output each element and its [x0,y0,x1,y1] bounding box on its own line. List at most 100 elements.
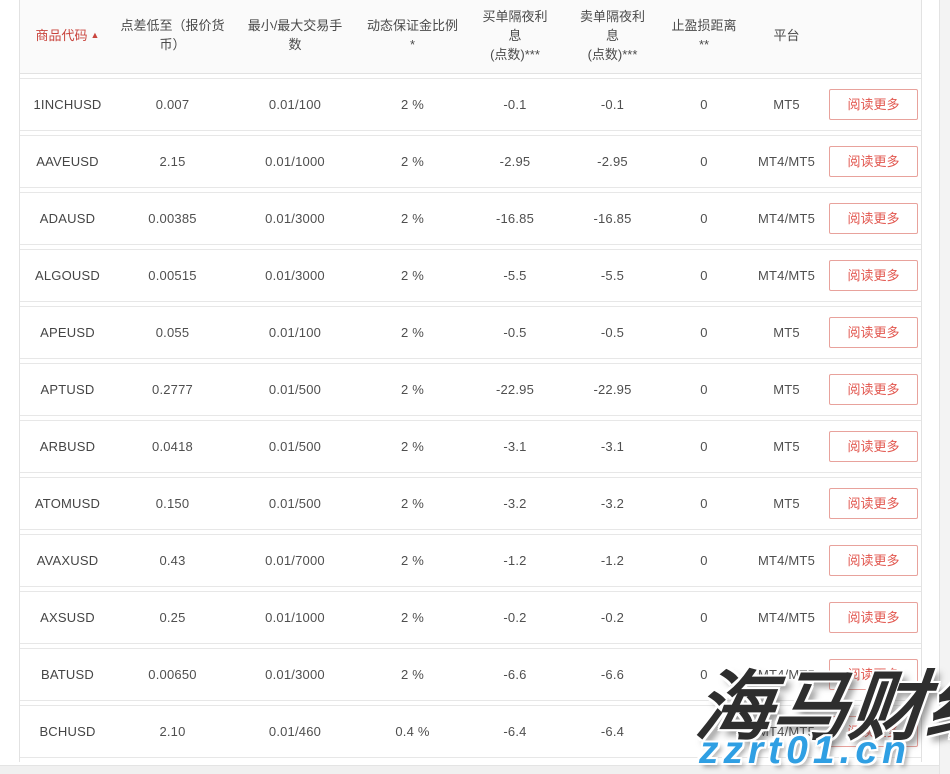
read-more-button[interactable]: 阅读更多 [829,89,917,120]
cell-sell-swap: -0.5 [565,325,660,340]
cell-product-code: ALGOUSD [20,268,115,283]
cell-sell-swap: -1.2 [565,553,660,568]
read-more-button[interactable]: 阅读更多 [829,146,917,177]
cell-margin: 2 % [360,439,465,454]
cell-stop-distance: 0 [660,667,748,682]
read-more-button[interactable]: 阅读更多 [829,260,917,291]
cell-buy-swap: -16.85 [465,211,565,226]
read-more-button[interactable]: 阅读更多 [829,659,917,690]
cell-stop-distance: 0 [660,496,748,511]
table-row: ARBUSD 0.0418 0.01/500 2 % -3.1 -3.1 0 M… [20,420,921,473]
cell-platform: MT4/MT5 [748,553,825,568]
cell-lots: 0.01/1000 [230,154,360,169]
cell-lots: 0.01/500 [230,439,360,454]
cell-spread: 0.055 [115,325,230,340]
cell-margin: 2 % [360,97,465,112]
cell-buy-swap: -3.1 [465,439,565,454]
sort-ascending-icon: ▲ [91,30,100,40]
read-more-button[interactable]: 阅读更多 [829,431,917,462]
cell-margin: 2 % [360,610,465,625]
cell-spread: 0.150 [115,496,230,511]
table-row: BATUSD 0.00650 0.01/3000 2 % -6.6 -6.6 0… [20,648,921,701]
cell-buy-swap: -0.5 [465,325,565,340]
cell-buy-swap: -2.95 [465,154,565,169]
cell-platform: MT4/MT5 [748,724,825,739]
column-header-stop-distance: 止盈损距离 ** [660,17,748,55]
table-row: BCHUSD 2.10 0.01/460 0.4 % -6.4 -6.4 0 M… [20,705,921,758]
cell-platform: MT5 [748,496,825,511]
cell-platform: MT4/MT5 [748,268,825,283]
cell-lots: 0.01/100 [230,97,360,112]
cell-lots: 0.01/3000 [230,268,360,283]
cell-product-code: BCHUSD [20,724,115,739]
cell-sell-swap: -0.2 [565,610,660,625]
cell-sell-swap: -0.1 [565,97,660,112]
cell-stop-distance: 0 [660,97,748,112]
cell-spread: 0.0418 [115,439,230,454]
table-row: AVAXUSD 0.43 0.01/7000 2 % -1.2 -1.2 0 M… [20,534,921,587]
cell-platform: MT4/MT5 [748,667,825,682]
cell-lots: 0.01/3000 [230,211,360,226]
cell-lots: 0.01/3000 [230,667,360,682]
page: 商品代码▲ 点差低至（报价货 币） 最小/最大交易手 数 动态保证金比例 * 买… [0,0,950,774]
horizontal-scrollbar[interactable] [0,765,950,774]
cell-product-code: ARBUSD [20,439,115,454]
table-row: ATOMUSD 0.150 0.01/500 2 % -3.2 -3.2 0 M… [20,477,921,530]
table-header-row: 商品代码▲ 点差低至（报价货 币） 最小/最大交易手 数 动态保证金比例 * 买… [20,0,921,74]
read-more-button[interactable]: 阅读更多 [829,317,917,348]
table-body: 1INCHUSD 0.007 0.01/100 2 % -0.1 -0.1 0 … [20,78,921,758]
column-header-spread: 点差低至（报价货 币） [115,17,230,55]
cell-spread: 0.2777 [115,382,230,397]
cell-margin: 0.4 % [360,724,465,739]
vertical-scrollbar[interactable] [939,0,950,774]
cell-platform: MT5 [748,382,825,397]
cell-margin: 2 % [360,553,465,568]
products-table: 商品代码▲ 点差低至（报价货 币） 最小/最大交易手 数 动态保证金比例 * 买… [19,0,922,762]
cell-buy-swap: -5.5 [465,268,565,283]
table-row: ADAUSD 0.00385 0.01/3000 2 % -16.85 -16.… [20,192,921,245]
cell-product-code: BATUSD [20,667,115,682]
cell-product-code: 1INCHUSD [20,97,115,112]
cell-platform: MT5 [748,325,825,340]
cell-buy-swap: -6.4 [465,724,565,739]
cell-buy-swap: -3.2 [465,496,565,511]
cell-lots: 0.01/460 [230,724,360,739]
cell-platform: MT4/MT5 [748,154,825,169]
cell-lots: 0.01/7000 [230,553,360,568]
cell-stop-distance: 0 [660,610,748,625]
cell-sell-swap: -5.5 [565,268,660,283]
cell-platform: MT5 [748,439,825,454]
cell-sell-swap: -22.95 [565,382,660,397]
cell-buy-swap: -6.6 [465,667,565,682]
cell-sell-swap: -3.1 [565,439,660,454]
cell-product-code: APEUSD [20,325,115,340]
cell-spread: 0.43 [115,553,230,568]
read-more-button[interactable]: 阅读更多 [829,374,917,405]
column-header-product-code[interactable]: 商品代码▲ [20,27,115,46]
read-more-button[interactable]: 阅读更多 [829,716,917,747]
cell-buy-swap: -22.95 [465,382,565,397]
column-header-sell-swap: 卖单隔夜利 息 (点数)*** [565,8,660,65]
read-more-button[interactable]: 阅读更多 [829,545,917,576]
column-header-margin: 动态保证金比例 * [360,17,465,55]
cell-lots: 0.01/500 [230,382,360,397]
cell-platform: MT4/MT5 [748,211,825,226]
cell-stop-distance: 0 [660,439,748,454]
column-header-product-code-label: 商品代码 [36,28,88,43]
cell-product-code: ATOMUSD [20,496,115,511]
table-row: APEUSD 0.055 0.01/100 2 % -0.5 -0.5 0 MT… [20,306,921,359]
column-header-lots: 最小/最大交易手 数 [230,17,360,55]
read-more-button[interactable]: 阅读更多 [829,488,917,519]
cell-margin: 2 % [360,496,465,511]
table-row: AAVEUSD 2.15 0.01/1000 2 % -2.95 -2.95 0… [20,135,921,188]
cell-buy-swap: -0.1 [465,97,565,112]
cell-spread: 0.007 [115,97,230,112]
read-more-button[interactable]: 阅读更多 [829,602,917,633]
table-row: ALGOUSD 0.00515 0.01/3000 2 % -5.5 -5.5 … [20,249,921,302]
cell-stop-distance: 0 [660,553,748,568]
read-more-button[interactable]: 阅读更多 [829,203,917,234]
cell-stop-distance: 0 [660,154,748,169]
cell-sell-swap: -2.95 [565,154,660,169]
cell-platform: MT4/MT5 [748,610,825,625]
cell-sell-swap: -6.4 [565,724,660,739]
